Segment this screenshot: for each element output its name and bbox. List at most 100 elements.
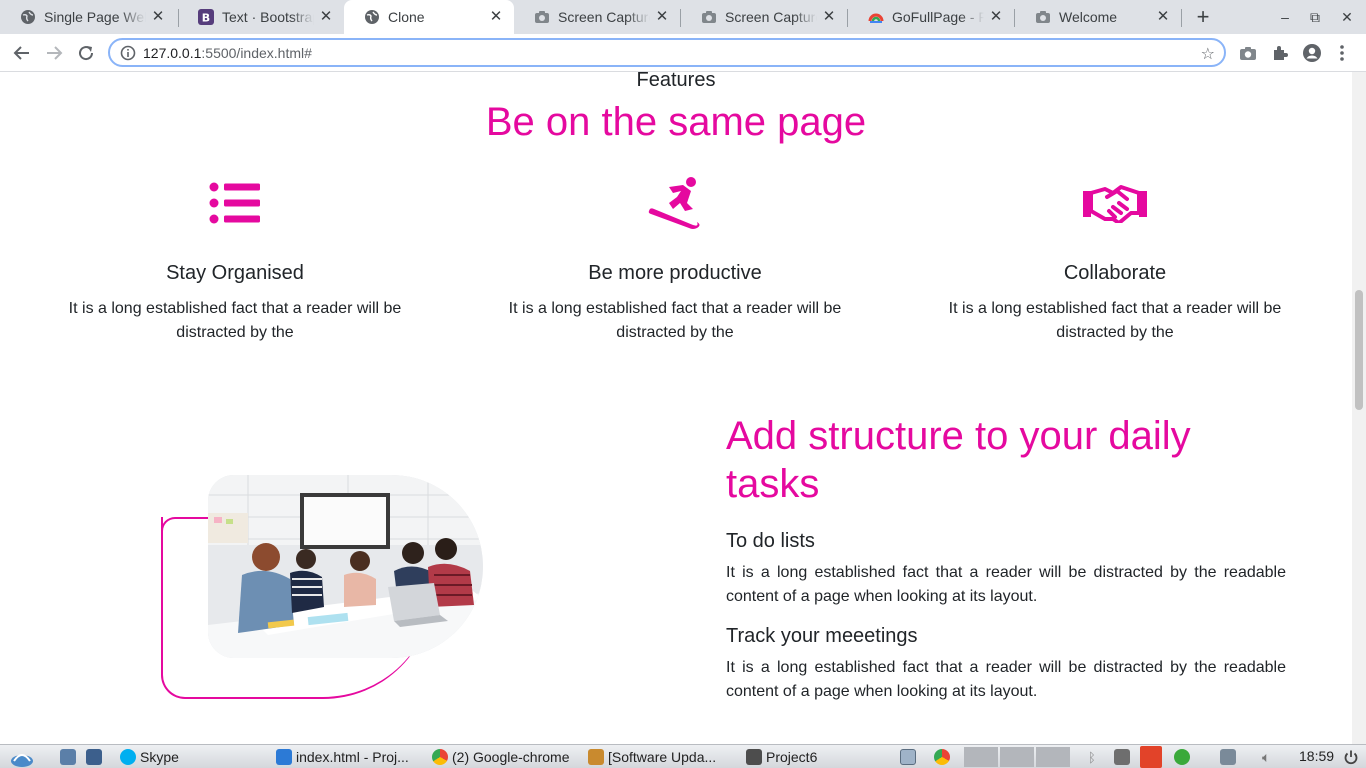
arrow-right-icon [47, 46, 63, 60]
new-tab-button[interactable]: + [1193, 6, 1213, 28]
tab-strip: Single Page Web ✕ B Text · Bootstrap ✕ C… [0, 0, 1366, 34]
close-icon[interactable]: ✕ [654, 9, 670, 25]
tab-4[interactable]: Screen Capture ✕ [681, 0, 847, 34]
workspace-2[interactable] [1000, 747, 1034, 767]
structure-item-title: To do lists [726, 530, 815, 552]
chrome-icon [432, 749, 448, 765]
url-path: :5500/index.html# [201, 45, 312, 61]
tab-title: Screen Capture [725, 9, 817, 25]
feature-text: It is a long established fact that a rea… [508, 300, 842, 341]
git-icon [1140, 746, 1162, 768]
feature-collaborate: Collaborate It is a long established fac… [935, 172, 1295, 345]
tab-2-active[interactable]: Clone ✕ [344, 0, 514, 34]
camera-icon [534, 9, 550, 25]
structure-section: Add structure to your daily tasks To do … [726, 412, 1286, 704]
page-viewport: Features Be on the same page Stay Organi… [0, 72, 1352, 744]
taskbar-label: Skype [140, 749, 179, 765]
network-icon [1220, 749, 1236, 765]
feature-be-more-productive: Be more productive It is a long establis… [495, 172, 855, 345]
workspace-1[interactable] [964, 747, 998, 767]
chrome-icon [934, 749, 950, 765]
feature-text: It is a long established fact that a rea… [68, 300, 402, 341]
restore-button[interactable]: ⧉ [1305, 7, 1325, 27]
volume-tray[interactable]: 🔈︎ [1262, 746, 1284, 768]
reload-button[interactable] [75, 42, 97, 64]
tab-title: Single Page Web [44, 9, 146, 25]
taskbar-label: [Software Upda... [608, 749, 717, 765]
tab-title: Clone [388, 9, 425, 25]
close-icon[interactable]: ✕ [318, 9, 334, 25]
taskbar-item-skype[interactable]: Skype [120, 746, 270, 768]
scrollbar-thumb[interactable] [1355, 290, 1363, 410]
updates-icon [1114, 749, 1130, 765]
updates-tray[interactable] [1114, 746, 1136, 768]
url-text: 127.0.0.1:5500/index.html# [143, 45, 312, 61]
bluetooth-icon: ᛒ [1088, 749, 1096, 765]
tab-0[interactable]: Single Page Web ✕ [0, 0, 176, 34]
security-tray[interactable] [1174, 746, 1196, 768]
info-icon[interactable] [120, 45, 136, 66]
page-scrollbar[interactable] [1352, 72, 1366, 744]
close-icon[interactable]: ✕ [821, 9, 837, 25]
camera-icon [1035, 9, 1051, 25]
structure-item-text: It is a long established fact that a rea… [726, 564, 1286, 605]
list-icon [209, 182, 260, 224]
handshake-icon [1083, 185, 1147, 223]
extensions-puzzle-icon[interactable] [1270, 43, 1290, 63]
show-desktop-button[interactable] [60, 746, 80, 768]
camera-icon [701, 9, 717, 25]
menu-kebab-icon[interactable] [1332, 43, 1352, 63]
bluetooth-tray[interactable]: ᛒ [1088, 746, 1102, 768]
image-frame-corner [161, 517, 211, 541]
bookmark-star-icon[interactable]: ☆ [1201, 44, 1215, 64]
forward-button[interactable] [43, 42, 65, 64]
taskbar-item-project6[interactable]: Project6 [746, 746, 886, 768]
package-icon [588, 749, 604, 765]
taskbar-item-vscode[interactable]: index.html - Proj... [276, 746, 426, 768]
tab-3[interactable]: Screen Capture ✕ [514, 0, 680, 34]
close-icon[interactable]: ✕ [1155, 9, 1171, 25]
file-manager-launcher[interactable] [86, 746, 106, 768]
network-tray[interactable] [1220, 746, 1242, 768]
tab-1[interactable]: B Text · Bootstrap ✕ [178, 0, 344, 34]
start-menu-button[interactable] [10, 746, 36, 768]
tab-6[interactable]: Welcome ✕ [1015, 0, 1181, 34]
tab-5[interactable]: GoFullPage - Fu ✕ [848, 0, 1014, 34]
git-tray[interactable] [1140, 746, 1164, 768]
close-icon[interactable]: ✕ [988, 9, 1004, 25]
power-icon [1344, 750, 1358, 765]
snowboarder-icon [648, 177, 700, 229]
desktop-icon [60, 749, 76, 765]
minimize-button[interactable]: – [1275, 7, 1295, 27]
features-heading: Be on the same page [485, 100, 867, 144]
globe-icon [20, 9, 36, 25]
system-clock[interactable]: 18:59 [1299, 748, 1334, 764]
bootstrap-icon: B [198, 9, 214, 25]
profile-avatar-icon[interactable] [1302, 43, 1322, 63]
arrow-left-icon [13, 46, 29, 60]
structure-item-text: It is a long established fact that a rea… [726, 659, 1286, 700]
folder-icon [746, 749, 762, 765]
screenshot-extension-icon[interactable] [1238, 43, 1258, 63]
url-host: 127.0.0.1 [143, 45, 202, 61]
svg-text:B: B [202, 12, 210, 25]
feature-title: Stay Organised [166, 262, 304, 284]
workspace-3[interactable] [1036, 747, 1070, 767]
os-taskbar: Skype index.html - Proj... (2) Google-ch… [0, 744, 1366, 768]
taskbar-label: Project6 [766, 749, 818, 765]
taskbar-item-software-updater[interactable]: [Software Upda... [588, 746, 738, 768]
power-button[interactable] [1343, 746, 1361, 768]
skype-icon [120, 749, 136, 765]
back-button[interactable] [11, 42, 33, 64]
chrome-quicklaunch[interactable] [934, 746, 956, 768]
workspace-pager[interactable] [900, 746, 922, 768]
window-close-button[interactable]: ✕ [1337, 7, 1357, 27]
taskbar-item-chrome[interactable]: (2) Google-chrome [432, 746, 582, 768]
start-menu-icon [11, 754, 33, 767]
close-icon[interactable]: ✕ [488, 9, 504, 25]
address-bar[interactable]: 127.0.0.1:5500/index.html# ☆ [108, 38, 1226, 67]
tab-title: Welcome [1059, 9, 1118, 25]
close-icon[interactable]: ✕ [150, 9, 166, 25]
feature-text: It is a long established fact that a rea… [948, 300, 1282, 341]
structure-heading: Add structure to your daily tasks [726, 414, 1191, 506]
